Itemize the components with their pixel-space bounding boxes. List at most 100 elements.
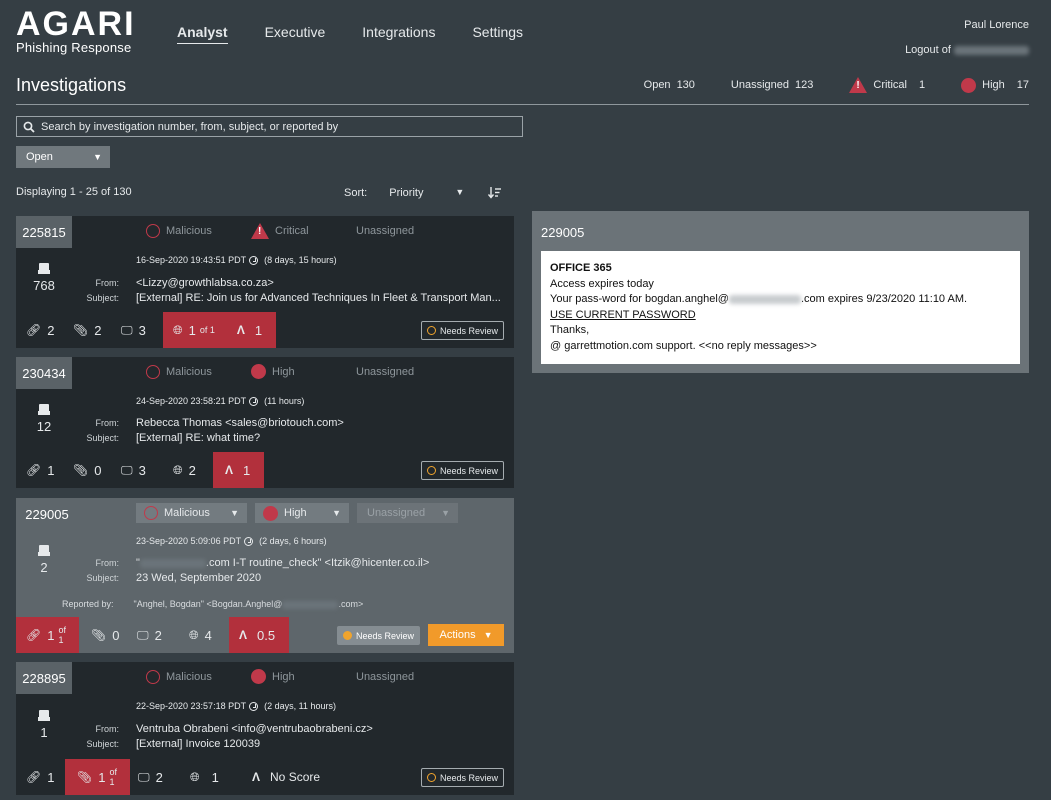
investigation-id[interactable]: 229005 [16, 498, 78, 530]
status-circle-icon [426, 773, 436, 782]
from-label: From: [95, 558, 120, 568]
assignee-tag[interactable]: Unassigned [356, 223, 414, 239]
severity-label: High [272, 365, 295, 378]
main-nav: Analyst Executive Integrations Settings [177, 24, 523, 44]
redacted-domain [139, 558, 206, 568]
inbox-count-value: 768 [33, 278, 55, 293]
from-subject: From: Subject: Rebecca Thomas <sales@brio… [72, 416, 506, 446]
domains-indicator[interactable]: 🌐︎ 4 [179, 617, 229, 653]
stat-open[interactable]: Open 130 [644, 79, 695, 91]
domains-indicator[interactable]: 🌐︎ 2 [163, 452, 213, 488]
agari-score[interactable]: Λ1 [224, 312, 277, 348]
chevron-down-icon: ▼ [230, 508, 239, 518]
hosts-indicator[interactable]: 🖵︎ 3 [111, 452, 163, 488]
needs-review-badge[interactable]: Needs Review [336, 626, 420, 645]
inbox-count-value: 12 [36, 419, 52, 434]
card-timestamp: 22-Sep-2020 23:57:18 PDT (2 days, 11 hour… [136, 701, 336, 711]
severity-tag[interactable]: Critical [251, 223, 356, 239]
investigation-id[interactable]: 225815 [16, 216, 72, 248]
agari-score[interactable]: Λ1 [213, 452, 265, 488]
severity-tag[interactable]: High [251, 364, 356, 379]
monitor-icon: 🖵︎ [121, 462, 133, 477]
agari-score[interactable]: Λ 0.5 [229, 617, 290, 653]
stat-unassigned[interactable]: Unassigned 123 [731, 79, 813, 91]
subject-value: [External] Invoice 120039 [136, 738, 261, 750]
nav-executive[interactable]: Executive [265, 24, 326, 44]
stat-critical-label: Critical [873, 79, 907, 91]
attachments-indicator[interactable]: 📎︎ 2 [63, 312, 111, 348]
nav-analyst[interactable]: Analyst [177, 24, 228, 44]
attachments-count: 0 [94, 462, 102, 478]
agari-score[interactable]: Λ No Score [242, 759, 320, 795]
attachments-indicator[interactable]: 📎︎ 0 [79, 617, 127, 653]
assignee-tag[interactable]: Unassigned [356, 364, 414, 379]
high-severity-icon [251, 669, 266, 684]
status-filter-value: Open [26, 151, 53, 163]
attachments-indicator[interactable]: 📎︎ 0 [63, 452, 111, 488]
clock-icon [249, 396, 259, 406]
needs-review-label: Needs Review [439, 772, 498, 783]
status-filter-dropdown[interactable]: Open ▼ [16, 146, 110, 168]
subject-label: Subject: [86, 433, 119, 443]
links-indicator[interactable]: 🔗︎ 1 [16, 759, 65, 795]
investigation-card[interactable]: 228895 Malicious High Unassigned 22-Sep-… [16, 662, 514, 795]
hosts-indicator[interactable]: 🖵︎ 3 [111, 312, 163, 348]
email-body: OFFICE 365 Access expires today Your pas… [541, 251, 1020, 364]
needs-review-badge[interactable]: Needs Review [420, 768, 504, 787]
sort-order-icon[interactable] [488, 186, 502, 199]
domains-indicator[interactable]: 🌐︎ 1 of 1 [163, 312, 225, 348]
logout-link[interactable]: Logout of [905, 38, 1029, 63]
agari-logo[interactable]: AGARI Phishing Response [16, 7, 146, 55]
link-icon: 🔗︎ [26, 628, 42, 642]
stat-high[interactable]: High 17 [961, 77, 1029, 93]
needs-review-label: Needs Review [355, 630, 414, 641]
actions-button[interactable]: Actions ▼ [428, 624, 504, 646]
hosts-indicator[interactable]: 🖵︎ 2 [130, 759, 180, 795]
severity-tag[interactable]: High [251, 669, 356, 684]
needs-review-badge[interactable]: Needs Review [420, 461, 504, 480]
chevron-down-icon: ▼ [455, 186, 465, 197]
verdict-dropdown[interactable]: Malicious ▼ [136, 503, 247, 523]
from-value: " .com I-T routine_check" <Itzik@hicenter… [136, 556, 506, 571]
nav-integrations[interactable]: Integrations [362, 24, 435, 44]
assignee-label: Unassigned [356, 365, 415, 378]
card-tags: Malicious High Unassigned [146, 364, 414, 379]
agari-score-icon: Λ [252, 770, 261, 784]
investigation-card[interactable]: 230434 Malicious High Unassigned 24-Sep-… [16, 357, 514, 488]
investigation-id[interactable]: 228895 [16, 662, 72, 694]
hosts-indicator[interactable]: 🖵︎ 2 [127, 617, 179, 653]
verdict-tag[interactable]: Malicious [146, 364, 251, 379]
assignee-tag[interactable]: Unassigned [356, 669, 414, 684]
investigation-card-selected[interactable]: 229005 Malicious ▼ High ▼ Unassigned ▼ 23-S… [16, 498, 514, 653]
stat-critical[interactable]: Critical 1 [849, 77, 925, 93]
assignee-dropdown[interactable]: Unassigned ▼ [357, 503, 458, 523]
redacted-domain [282, 600, 339, 609]
status-circle-icon [426, 326, 436, 335]
links-indicator[interactable]: 🔗︎ 2 [16, 312, 63, 348]
malicious-icon [146, 669, 160, 684]
attachments-indicator[interactable]: 📎︎ 1 of 1 [65, 759, 130, 795]
from-value: Ventruba Obrabeni <info@ventrubaobrabeni… [136, 723, 373, 735]
card-timestamp: 23-Sep-2020 5:09:06 PDT (2 days, 6 hours) [136, 536, 327, 546]
email-password-link[interactable]: USE CURRENT PASSWORD [550, 308, 1011, 324]
investigation-card[interactable]: 225815 Malicious Critical Unassigned 16-… [16, 216, 514, 348]
inbox-icon [38, 404, 50, 416]
search-input[interactable]: Search by investigation number, from, su… [16, 116, 523, 137]
severity-dropdown[interactable]: High ▼ [255, 503, 349, 523]
verdict-tag[interactable]: Malicious [146, 223, 251, 239]
attachments-count: 0 [112, 627, 120, 643]
verdict-tag[interactable]: Malicious [146, 669, 251, 684]
logout-label[interactable]: Logout of [905, 44, 951, 56]
needs-review-badge[interactable]: Needs Review [420, 321, 504, 340]
sort-dropdown[interactable]: Priority ▼ [389, 187, 464, 199]
preview-investigation-id: 229005 [541, 225, 585, 240]
links-indicator[interactable]: 🔗︎ 1 [16, 452, 63, 488]
links-indicator[interactable]: 🔗︎ 1 of 1 [16, 617, 79, 653]
domains-indicator[interactable]: 🌐︎ 1 [180, 759, 242, 795]
from-label: From: [95, 418, 120, 428]
investigation-id[interactable]: 230434 [16, 357, 72, 389]
links-count: 1 [47, 462, 55, 478]
chevron-down-icon: ▼ [93, 152, 102, 162]
nav-settings[interactable]: Settings [472, 24, 523, 44]
malicious-icon [146, 224, 160, 238]
